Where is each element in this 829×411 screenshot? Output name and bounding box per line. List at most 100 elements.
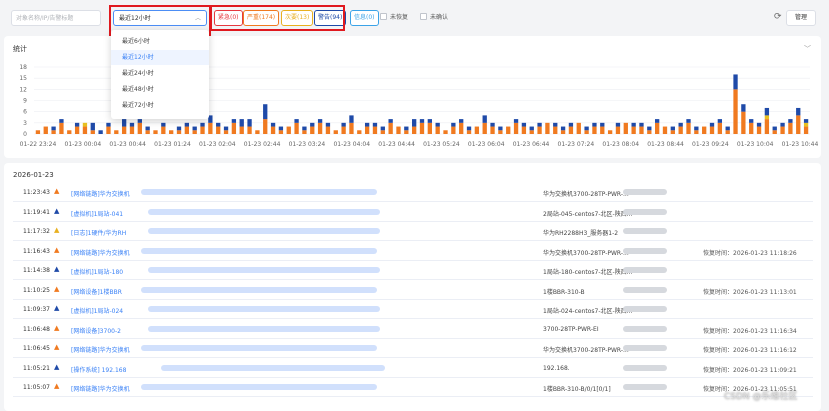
bar-segment [161,122,166,127]
bar-segment [662,126,668,134]
row-title-link[interactable]: [虚拟机]1局站-024 [71,306,123,315]
severity-bell-icon: ▲ [54,323,60,332]
bar-segment [263,104,268,120]
table-row[interactable]: 11:05:07 ▲ [网络链路]华为交换机 1楼BBR-310-B/0/1[0/1]… [13,378,813,397]
x-tick-label: 01-23 08:44 [647,141,684,148]
refresh-icon[interactable]: ⟳ [774,12,782,22]
bar-segment [498,126,503,131]
table-row[interactable]: 11:09:37 ▲ [虚拟机]1局站-024 1局站-024-centos7-北区-… [13,300,813,319]
bar-segment [600,122,605,127]
row-title-link[interactable]: [网络设备]3700-2 [71,326,121,335]
x-tick-label: 01-22 23:24 [20,141,57,148]
row-host: 192.168. [543,364,570,372]
row-title-link[interactable]: [网络链路]华为交换机 [71,345,130,354]
time-option[interactable]: 最近6小时 [111,34,209,49]
x-tick-label: 01-23 06:04 [468,141,505,148]
time-option[interactable]: 最近24小时 [111,66,209,81]
x-tick-label: 01-23 10:44 [782,141,819,148]
row-title-redacted [141,247,378,254]
bar-segment [553,126,558,134]
bar-segment [74,126,80,134]
bar-segment [372,122,378,127]
table-row[interactable]: 11:23:43 ▲ [网络链路]华为交换机 华为交换机3700-28TP-PWR-.… [13,183,813,202]
unconfirmed-checkbox[interactable]: 未确认 [420,10,448,26]
bar-segment [388,119,393,123]
bar-segment [741,104,746,112]
bar-segment [560,130,566,134]
row-title-link[interactable]: [网络设备]1楼BBR [71,287,122,296]
row-host: 华为RH2288H3_服务器1-2 [543,230,619,237]
bar-segment [121,119,127,127]
bar-segment [231,119,237,123]
bar-segment [145,130,150,134]
row-ip-redacted [623,267,667,273]
row-title-redacted [141,345,378,351]
bar-segment [74,122,80,127]
table-row[interactable]: 11:06:45 ▲ [网络链路]华为交换机 华为交换机3700-28TP-PWR-.… [13,339,813,358]
bar-segment [749,119,754,123]
bar-segment [725,130,730,134]
bar-segment [82,122,88,127]
bar-segment [184,126,190,134]
bar-segment [412,119,417,127]
table-row[interactable]: 11:16:43 ▲ [网络链路]华为交换机 华为交换机3700-28TP-PWR-.… [13,242,813,261]
bar-segment [639,126,644,134]
bar-segment [239,119,244,127]
time-option[interactable]: 最近72小时 [111,98,209,113]
bar-segment [654,119,660,123]
bar-segment [270,122,276,127]
table-row[interactable]: 11:06:48 ▲ [网络设备]3700-2 3700-28TP-PWR-EI 恢复时… [13,320,813,339]
severity-bell-icon: ▲ [54,304,60,312]
manage-button[interactable]: 管理 [786,10,816,26]
y-tick-label: 15 [19,75,27,82]
table-row[interactable]: 11:19:41 ▲ [虚拟机]1局站-041 2局站-045-centos7-北区-… [13,203,813,222]
bar-segment [749,122,754,134]
table-row[interactable]: 11:17:32 ▲ [日志]1硬件/华为RH 华为RH2288H3_服务器1-2 [13,222,813,241]
search-input[interactable]: 对象名称/IP/告警标题 [11,10,101,26]
panel-title: 统计 [13,45,27,53]
bar-segment [435,126,440,134]
bar-segment [247,126,252,134]
bar-segment [639,122,644,127]
collapse-chevron-icon[interactable]: ﹀ [804,44,811,54]
row-host: 华为交换机3700-28TP-PWR-... [543,347,629,354]
filter-info[interactable]: 信息(0) [350,10,379,26]
table-row[interactable]: 11:10:25 ▲ [网络设备]1楼BBR 1楼BBR-310-B 恢复时间：2026… [13,281,813,300]
row-title-link[interactable]: [虚拟机]1局站-041 [71,209,123,218]
row-title-link[interactable]: [操作系统] 192.168 [71,365,126,374]
row-title-redacted [147,267,380,273]
bar-segment [380,126,385,131]
row-host: 2局站-045-centos7-北区-陕西... [543,210,633,218]
row-ip-redacted [623,208,667,215]
bar-segment [372,126,378,134]
row-title-link[interactable]: [网络链路]华为交换机 [71,189,130,198]
row-title-link[interactable]: [网络链路]华为交换机 [71,248,130,257]
bar-segment [592,122,597,127]
row-title-redacted [147,208,380,215]
row-host: 华为交换机3700-28TP-PWR-... [543,249,629,257]
row-ip-redacted [623,228,667,234]
time-option[interactable]: 最近12小时 [111,50,209,65]
time-option[interactable]: 最近48小时 [111,82,209,97]
table-row[interactable]: 11:05:21 ▲ [操作系统] 192.168 192.168. 恢复时间：2026… [13,359,813,378]
row-title-link[interactable]: [日志]1硬件/华为RH [71,228,126,237]
y-tick-label: 3 [23,120,27,127]
bar-segment [231,122,237,134]
bar-segment [560,126,566,131]
row-time: 11:06:48 [23,325,50,333]
table-row[interactable]: 11:14:38 ▲ [虚拟机]1局站-180 1局站-180-centos7-北区-… [13,261,813,280]
bar-segment [474,126,480,134]
bar-segment [796,115,801,134]
bar-segment [513,119,519,123]
bar-segment [286,126,291,134]
bar-segment [553,122,558,127]
bar-segment [263,119,268,134]
row-time: 11:16:43 [23,247,50,255]
row-title-link[interactable]: [虚拟机]1局站-180 [71,267,123,276]
unrecovered-checkbox[interactable]: 未恢复 [380,10,408,26]
y-tick-label: 12 [19,86,27,93]
row-title-redacted [141,384,378,390]
row-ip-redacted [623,189,667,195]
bar-segment [35,130,41,134]
row-title-link[interactable]: [网络链路]华为交换机 [71,384,130,393]
